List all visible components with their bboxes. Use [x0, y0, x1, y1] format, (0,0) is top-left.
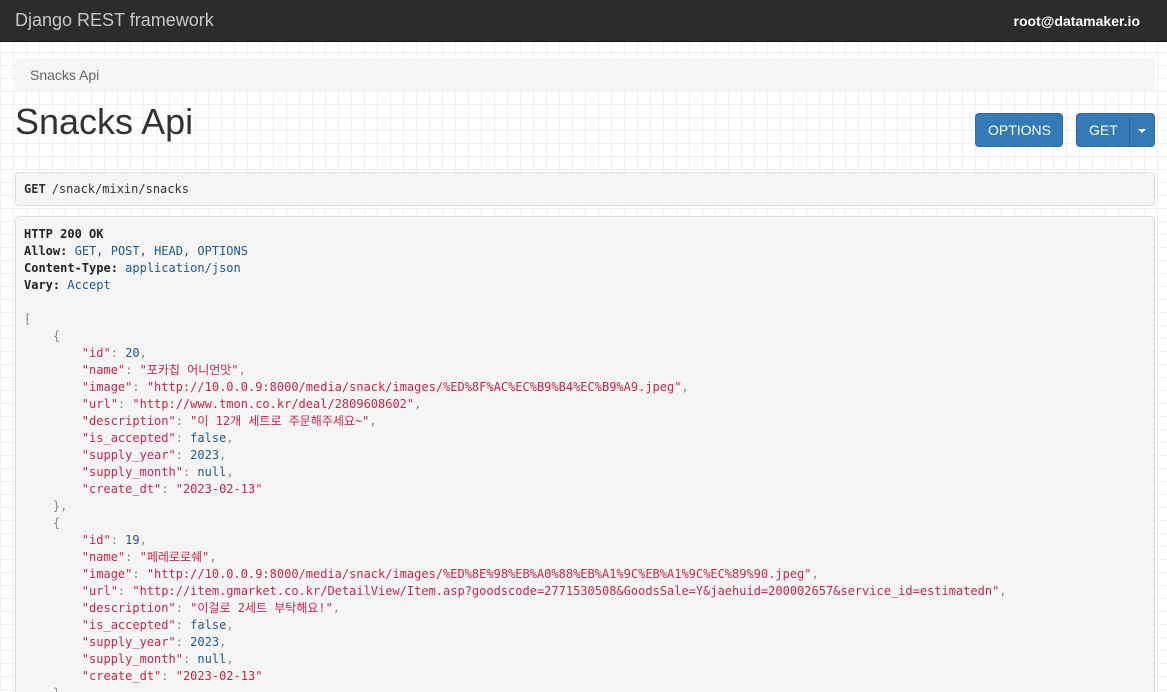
json-open-bracket: [ — [24, 312, 32, 326]
json-item-1-is-accepted: "is_accepted": false, — [81, 618, 234, 632]
json-item-0-image: "image": "http://10.0.0.9:8000/media/sna… — [81, 380, 689, 394]
json-item-0-description: "description": "이 12개 세트로 주문해주세요~", — [81, 414, 377, 428]
json-item-1-image: "image": "http://10.0.0.9:8000/media/sna… — [81, 567, 819, 581]
json-item-0-name: "name": "포카칩 어니언맛", — [81, 363, 246, 377]
json-item-0-is-accepted: "is_accepted": false, — [81, 431, 234, 445]
json-item-0-supply-year: "supply_year": 2023, — [81, 448, 227, 462]
json-item-1-url: "url": "http://item.gmarket.co.kr/Detail… — [81, 584, 1007, 598]
json-item-1-id: "id": 19, — [81, 533, 147, 547]
get-format-dropdown[interactable] — [1129, 113, 1155, 147]
caret-down-icon — [1138, 129, 1146, 134]
json-item-0-url: "url": "http://www.tmon.co.kr/deal/28096… — [81, 397, 422, 411]
page-title: Snacks Api — [15, 101, 194, 142]
json-item-0-id: "id": 20, — [81, 346, 147, 360]
response-status: HTTP 200 OK — [24, 227, 104, 241]
breadcrumb: Snacks Api — [15, 58, 1155, 92]
json-item-1-supply-month: "supply_month": null, — [81, 652, 234, 666]
get-button[interactable]: GET — [1076, 113, 1130, 147]
response-body: HTTP 200 OK Allow: GET, POST, HEAD, OPTIO… — [15, 216, 1155, 692]
json-item-1-description: "description": "이걸로 2세트 부탁해요!", — [81, 601, 341, 615]
request-method: GET — [24, 182, 46, 196]
navbar: Django REST framework root@datamaker.io — [0, 0, 1167, 42]
json-item-1-create-dt: "create_dt": "2023-02-13" — [81, 669, 263, 683]
breadcrumb-current[interactable]: Snacks Api — [30, 67, 99, 83]
response-header-content-type: Content-Type: application/json — [24, 261, 241, 275]
options-button[interactable]: OPTIONS — [975, 113, 1063, 147]
brand-link[interactable]: Django REST framework — [15, 10, 214, 31]
json-item-1-name: "name": "페레로로쉐", — [81, 550, 217, 564]
json-item-0-create-dt: "create_dt": "2023-02-13" — [81, 482, 263, 496]
response-header-vary: Vary: Accept — [24, 278, 111, 292]
request-info: GET/snack/mixin/snacks — [15, 172, 1155, 206]
response-header-allow: Allow: GET, POST, HEAD, OPTIONS — [24, 244, 248, 258]
main-container: Snacks Api Snacks Api OPTIONS GET GET/sn… — [0, 58, 1167, 692]
json-item-1-supply-year: "supply_year": 2023, — [81, 635, 227, 649]
page-header: Snacks Api OPTIONS GET — [15, 92, 1155, 172]
json-item-0-supply-month: "supply_month": null, — [81, 465, 234, 479]
request-path: /snack/mixin/snacks — [51, 182, 189, 196]
user-menu[interactable]: root@datamaker.io — [1014, 13, 1140, 29]
